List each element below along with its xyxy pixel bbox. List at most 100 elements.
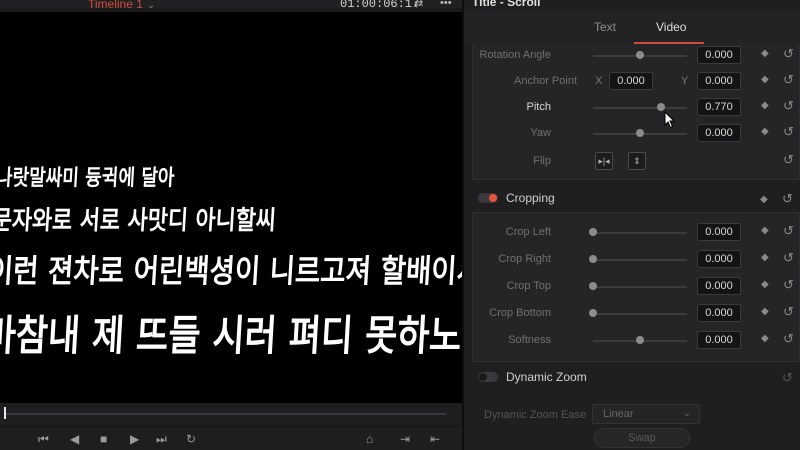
rotation-angle-input[interactable]: 0.000 — [697, 46, 741, 64]
crop-top-row: Crop Top 0.000 ◆ ↺ — [473, 277, 800, 297]
stop-icon[interactable]: ■ — [100, 432, 107, 446]
crop-right-slider[interactable] — [593, 259, 687, 261]
slider-knob[interactable] — [589, 309, 597, 317]
scrubber-track[interactable] — [4, 413, 446, 415]
crop-right-input[interactable]: 0.000 — [697, 250, 741, 268]
timeline-name: Timeline 1 — [88, 0, 143, 11]
keyframe-icon[interactable]: ◆ — [761, 74, 769, 85]
play-reverse-icon[interactable]: ◀ — [70, 432, 79, 446]
inspector-tabs: Text Video — [464, 10, 800, 44]
keyframe-icon[interactable]: ◆ — [761, 333, 769, 344]
loop-icon[interactable]: ↻ — [186, 432, 196, 446]
pitch-slider[interactable] — [593, 107, 687, 109]
crop-left-input[interactable]: 0.000 — [697, 223, 741, 241]
keyframe-icon[interactable]: ◆ — [761, 279, 769, 290]
slider-knob[interactable] — [589, 228, 597, 236]
reset-icon[interactable]: ↺ — [783, 304, 794, 320]
reset-icon[interactable]: ↺ — [783, 46, 794, 62]
keyframe-icon[interactable]: ◆ — [761, 306, 769, 317]
mouse-cursor-icon — [664, 111, 676, 129]
ease-select-value: Linear — [603, 408, 634, 420]
keyframe-icon[interactable]: ◆ — [761, 100, 769, 111]
slider-knob[interactable] — [589, 255, 597, 263]
rotation-angle-label: Rotation Angle — [479, 49, 551, 61]
crop-left-label: Crop Left — [505, 226, 551, 238]
transport-controls: ⏮ ◀ ■ ▶ ⏭ ↻ ⌂ ⇥ ⇤ — [0, 428, 462, 450]
tab-video[interactable]: Video — [656, 20, 686, 34]
toggle-dot — [489, 194, 497, 202]
anchor-x-input[interactable]: 0.000 — [609, 72, 653, 90]
anchor-point-row: Anchor Point X 0.000 Y 0.000 ◆ ↺ — [473, 72, 800, 92]
keyframe-icon[interactable]: ◆ — [761, 48, 769, 59]
slider-knob[interactable] — [636, 129, 644, 137]
keyframe-icon[interactable]: ◆ — [761, 126, 769, 137]
cropping-header[interactable]: Cropping ◆ ↺ — [472, 186, 800, 212]
crop-left-row: Crop Left 0.000 ◆ ↺ — [473, 223, 800, 243]
reset-icon[interactable]: ↺ — [782, 191, 793, 207]
anchor-x-label: X — [595, 75, 603, 87]
slider-knob[interactable] — [636, 51, 644, 59]
timecode: 01:00:06:17 — [340, 0, 420, 11]
sync-icon[interactable]: ⇄ — [414, 0, 423, 10]
viewer-scrubber[interactable] — [0, 403, 462, 425]
mark-out-icon[interactable]: ⇥ — [400, 432, 410, 446]
viewer-canvas[interactable]: 나랏말싸미 듕귁에 달아 문자와로 서로 사맛디 아니할씨 이런 젼차로 어린백… — [0, 12, 462, 403]
reset-icon[interactable]: ↺ — [783, 250, 794, 266]
crop-top-slider[interactable] — [593, 286, 687, 288]
keyframe-icon[interactable]: ◆ — [760, 194, 768, 205]
jump-to-start-icon[interactable]: ⏮ — [38, 432, 49, 446]
dynamic-zoom-toggle[interactable] — [478, 372, 498, 382]
swap-row: Swap — [472, 428, 800, 450]
crop-bottom-input[interactable]: 0.000 — [697, 304, 741, 322]
scroll-text-line: 이런 젼차로 어린백셩이 니르고져 할배이셔도 — [0, 252, 462, 290]
dynamic-zoom-ease-row: Dynamic Zoom Ease Linear ⌄ — [472, 404, 800, 426]
reset-icon[interactable]: ↺ — [783, 277, 794, 293]
scroll-text-line: 마참내 제 뜨들 시러 펴디 못하노미하니라 — [0, 311, 462, 360]
mark-in-icon[interactable]: ⇤ — [430, 432, 440, 446]
yaw-input[interactable]: 0.000 — [697, 124, 741, 142]
slider-knob[interactable] — [589, 282, 597, 290]
keyframe-icon[interactable]: ◆ — [761, 225, 769, 236]
flip-horizontal-icon[interactable]: ▸|◂ — [595, 152, 613, 170]
play-icon[interactable]: ▶ — [130, 432, 139, 446]
scroll-text-line: 나랏말싸미 듕귁에 달아 — [0, 166, 176, 191]
flip-vertical-icon[interactable]: ⇕ — [628, 152, 646, 170]
pitch-input[interactable]: 0.770 — [697, 98, 741, 116]
crop-top-input[interactable]: 0.000 — [697, 277, 741, 295]
scroll-text-line: 문자와로 서로 사맛디 아니할씨 — [0, 206, 277, 236]
dynamic-zoom-header[interactable]: Dynamic Zoom ↺ — [472, 365, 800, 391]
cropping-toggle[interactable] — [478, 193, 498, 203]
more-options-icon[interactable]: ••• — [440, 0, 452, 9]
keyframe-icon[interactable]: ◆ — [761, 252, 769, 263]
anchor-y-input[interactable]: 0.000 — [697, 72, 741, 90]
dynamic-zoom-ease-label: Dynamic Zoom Ease — [484, 409, 587, 421]
reset-icon[interactable]: ↺ — [783, 331, 794, 347]
slider-knob[interactable] — [656, 103, 665, 111]
flip-label: Flip — [533, 155, 551, 167]
tab-text[interactable]: Text — [594, 20, 616, 34]
reset-icon[interactable]: ↺ — [783, 72, 794, 88]
softness-label: Softness — [508, 334, 551, 346]
dynamic-zoom-title: Dynamic Zoom — [506, 370, 587, 384]
slider-knob[interactable] — [636, 336, 644, 344]
swap-button[interactable]: Swap — [594, 428, 690, 448]
softness-input[interactable]: 0.000 — [697, 331, 741, 349]
dynamic-zoom-ease-select[interactable]: Linear ⌄ — [592, 404, 700, 424]
match-frame-icon[interactable]: ⌂ — [366, 432, 373, 446]
timeline-selector[interactable]: Timeline 1 ⌄ — [88, 0, 155, 11]
playhead[interactable] — [4, 407, 6, 419]
reset-icon[interactable]: ↺ — [782, 370, 793, 386]
reset-icon[interactable]: ↺ — [783, 98, 794, 114]
anchor-point-label: Anchor Point — [514, 75, 577, 87]
jump-to-end-icon[interactable]: ⏭ — [156, 432, 167, 446]
crop-bottom-slider[interactable] — [593, 313, 687, 315]
flip-row: Flip ▸|◂ ⇕ ↺ — [473, 152, 800, 172]
reset-icon[interactable]: ↺ — [783, 124, 794, 140]
reset-icon[interactable]: ↺ — [783, 223, 794, 239]
crop-left-slider[interactable] — [593, 232, 687, 234]
crop-top-label: Crop Top — [506, 280, 551, 292]
pitch-label: Pitch — [526, 101, 551, 113]
crop-right-row: Crop Right 0.000 ◆ ↺ — [473, 250, 800, 270]
reset-icon[interactable]: ↺ — [783, 152, 794, 168]
yaw-label: Yaw — [530, 127, 551, 139]
